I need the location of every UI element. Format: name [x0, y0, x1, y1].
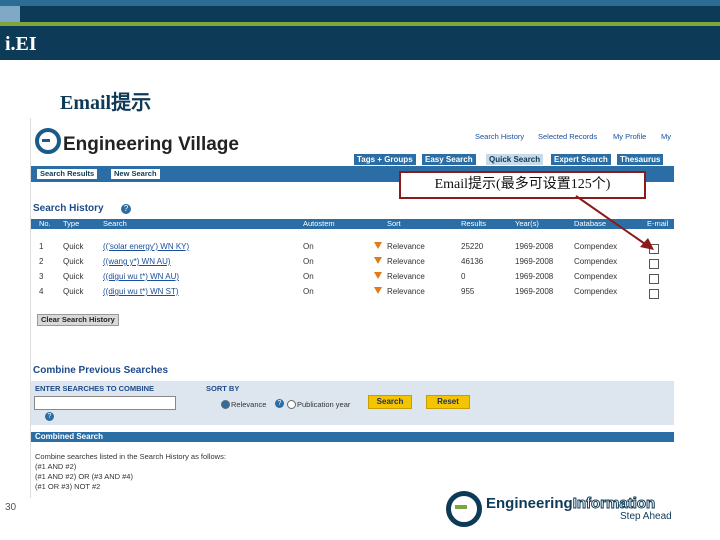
- slide-header-side-accent: [0, 6, 20, 22]
- footer-brand: EngineeringInformation: [486, 495, 656, 513]
- history-row-results: 25220: [461, 242, 484, 251]
- history-row-no: 1: [39, 242, 44, 251]
- slide-header-accent: [0, 0, 720, 6]
- top-link-my-profile[interactable]: My Profile: [613, 132, 646, 141]
- search-results-button[interactable]: Search Results: [37, 169, 98, 179]
- top-link-selected-records[interactable]: Selected Records: [538, 132, 597, 141]
- email-alert-checkbox[interactable]: [649, 259, 659, 269]
- sort-publication-year-label: Publication year: [297, 400, 351, 409]
- app-title: Engineering Village: [63, 134, 239, 155]
- history-row-autostem: On: [303, 272, 314, 281]
- history-row-no: 3: [39, 272, 44, 281]
- slide-title: i.EI: [5, 33, 37, 55]
- combine-searches-input[interactable]: [34, 396, 176, 410]
- tab-quick-search[interactable]: Quick Search: [486, 154, 544, 165]
- help-icon[interactable]: ?: [275, 399, 284, 408]
- footer-brand-a: Engineering: [486, 495, 573, 512]
- column-header-no: No.: [39, 219, 51, 228]
- email-alert-checkbox[interactable]: [649, 274, 659, 284]
- column-header-results: Results: [461, 219, 487, 228]
- tab-thesaurus[interactable]: Thesaurus: [617, 154, 664, 165]
- tab-expert-search[interactable]: Expert Search: [551, 154, 611, 165]
- history-row-database: Compendex: [574, 272, 618, 281]
- history-row-type: Quick: [63, 287, 84, 296]
- history-row-type: Quick: [63, 257, 84, 266]
- combined-search-line: Combine searches listed in the Search Hi…: [35, 452, 226, 461]
- combined-search-line: (#1 AND #2): [35, 462, 77, 471]
- engineering-village-logo-icon: [35, 128, 61, 154]
- history-row-search-link[interactable]: (('solar energy') WN KY): [103, 242, 189, 251]
- engineering-information-logo-icon: [446, 491, 482, 527]
- history-row-years: 1969-2008: [515, 257, 554, 266]
- history-row-sort: Relevance: [387, 272, 425, 281]
- history-row-results: 955: [461, 287, 475, 296]
- history-row-years: 1969-2008: [515, 287, 554, 296]
- combined-search-line: (#1 AND #2) OR (#3 AND #4): [35, 472, 133, 481]
- clear-search-history-button[interactable]: Clear Search History: [37, 314, 119, 326]
- search-history-heading: Search History: [33, 203, 104, 214]
- top-link-search-history[interactable]: Search History: [475, 132, 524, 141]
- column-header-sort: Sort: [387, 219, 401, 228]
- email-alert-checkbox[interactable]: [649, 289, 659, 299]
- help-icon[interactable]: ?: [45, 412, 54, 421]
- sort-arrow-icon[interactable]: [374, 287, 382, 294]
- sort-arrow-icon[interactable]: [374, 242, 382, 249]
- sort-relevance-label: Relevance: [231, 400, 267, 409]
- footer-tagline: Step Ahead: [620, 511, 672, 522]
- history-row-type: Quick: [63, 272, 84, 281]
- history-row-type: Quick: [63, 242, 84, 251]
- column-header-search: Search: [103, 219, 127, 228]
- slide-title-bar: [0, 26, 720, 60]
- column-header-autostem: Autostem: [303, 219, 335, 228]
- combined-search-line: (#1 OR #3) NOT #2: [35, 482, 101, 491]
- slide-page-number: 30: [5, 502, 17, 513]
- history-row-search-link[interactable]: ((digui wu t*) WN AU): [103, 272, 179, 281]
- column-header-type: Type: [63, 219, 80, 228]
- sort-publication-year-radio[interactable]: [287, 400, 296, 409]
- history-row-autostem: On: [303, 287, 314, 296]
- history-row-sort: Relevance: [387, 287, 425, 296]
- history-row-no: 2: [39, 257, 44, 266]
- slide-subtitle: Email提示: [60, 92, 152, 114]
- history-row-search-link[interactable]: ((wang y*) WN AU): [103, 257, 171, 266]
- tab-tags-groups[interactable]: Tags + Groups: [354, 154, 416, 165]
- sort-arrow-icon[interactable]: [374, 272, 382, 279]
- help-icon[interactable]: ?: [121, 204, 131, 214]
- footer-brand-b: Information: [572, 495, 656, 513]
- history-row-years: 1969-2008: [515, 242, 554, 251]
- history-row-search-link[interactable]: ((digui wu t*) WN ST): [103, 287, 179, 296]
- column-header-years: Year(s): [515, 219, 539, 228]
- enter-searches-label: ENTER SEARCHES TO COMBINE: [35, 384, 155, 393]
- sort-arrow-icon[interactable]: [374, 257, 382, 264]
- history-row-results: 46136: [461, 257, 484, 266]
- history-row-sort: Relevance: [387, 242, 425, 251]
- reset-button[interactable]: Reset: [426, 395, 470, 409]
- combined-search-bar: [31, 432, 674, 442]
- new-search-button[interactable]: New Search: [111, 169, 160, 179]
- sort-relevance-radio[interactable]: [221, 400, 230, 409]
- history-row-autostem: On: [303, 257, 314, 266]
- combine-searches-heading: Combine Previous Searches: [33, 365, 169, 376]
- sort-by-label: SORT BY: [206, 384, 240, 393]
- history-row-autostem: On: [303, 242, 314, 251]
- tab-easy-search[interactable]: Easy Search: [422, 154, 476, 165]
- history-row-years: 1969-2008: [515, 272, 554, 281]
- history-row-results: 0: [461, 272, 466, 281]
- history-row-sort: Relevance: [387, 257, 425, 266]
- search-button[interactable]: Search: [368, 395, 412, 409]
- top-link-my[interactable]: My: [661, 132, 671, 141]
- combined-search-heading: Combined Search: [35, 432, 104, 441]
- callout-arrow-icon: [575, 195, 654, 250]
- history-row-database: Compendex: [574, 287, 618, 296]
- history-row-no: 4: [39, 287, 44, 296]
